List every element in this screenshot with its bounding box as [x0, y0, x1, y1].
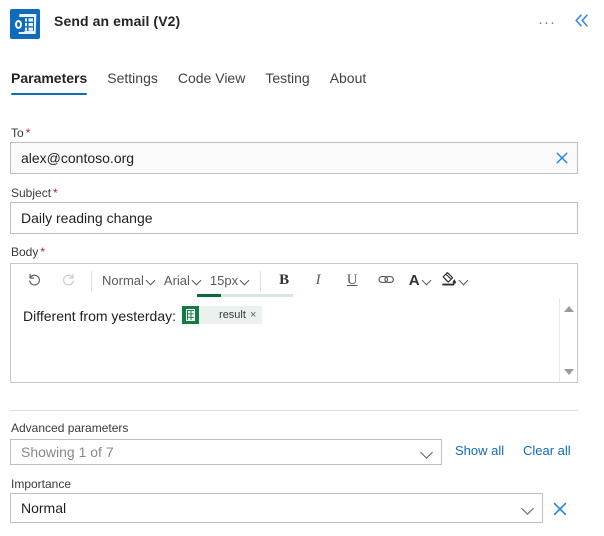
- panel-header: Send an email (V2) ···: [0, 0, 604, 48]
- underline-button[interactable]: U: [335, 268, 369, 294]
- advanced-parameters-value: Showing 1 of 7: [21, 444, 114, 460]
- dynamic-content-token[interactable]: result ×: [182, 306, 263, 324]
- tab-about[interactable]: About: [320, 70, 377, 95]
- header-actions: ···: [532, 8, 596, 38]
- to-clear-button[interactable]: [551, 147, 573, 169]
- text-style-dropdown[interactable]: Normal: [98, 268, 160, 294]
- font-color-button[interactable]: A: [403, 268, 437, 294]
- body-text: Different from yesterday:: [23, 308, 177, 324]
- subject-label: Subject *: [11, 186, 58, 200]
- tab-testing[interactable]: Testing: [255, 70, 319, 95]
- rich-text-toolbar: Normal Arial 15px B I U A: [11, 264, 577, 297]
- page-title: Send an email (V2): [54, 13, 181, 29]
- highlight-icon: [441, 271, 457, 290]
- chevron-down-icon: [421, 446, 433, 458]
- undo-icon: [27, 272, 42, 290]
- italic-icon: I: [315, 272, 321, 288]
- to-label: To *: [11, 126, 31, 140]
- more-options-button[interactable]: ···: [532, 8, 562, 38]
- font-size-value: 15px: [209, 273, 239, 288]
- tab-settings[interactable]: Settings: [97, 70, 168, 95]
- section-divider: [10, 410, 578, 411]
- redo-icon: [61, 272, 76, 290]
- insert-link-button[interactable]: [369, 268, 403, 294]
- underline-icon: U: [346, 272, 358, 288]
- scroll-down-icon[interactable]: [560, 363, 577, 380]
- font-family-value: Arial: [163, 273, 190, 288]
- font-color-icon: A: [408, 272, 420, 289]
- importance-value: Normal: [21, 500, 67, 516]
- double-chevron-left-icon: [573, 13, 590, 33]
- chevron-down-icon: [423, 276, 432, 285]
- toolbar-divider: [260, 270, 262, 291]
- italic-button[interactable]: I: [301, 268, 335, 294]
- token-label: result: [219, 309, 246, 321]
- show-all-link[interactable]: Show all: [455, 443, 504, 458]
- collapse-button[interactable]: [566, 8, 596, 38]
- to-field[interactable]: alex@contoso.org: [10, 142, 578, 174]
- scroll-up-icon[interactable]: [560, 300, 577, 317]
- advanced-parameters-label: Advanced parameters: [11, 421, 129, 435]
- chevron-down-icon: [241, 276, 250, 285]
- font-size-dropdown[interactable]: 15px: [206, 268, 254, 294]
- importance-label: Importance: [11, 477, 72, 491]
- text-style-value: Normal: [102, 273, 144, 288]
- importance-dropdown[interactable]: Normal: [10, 493, 543, 523]
- clear-all-link[interactable]: Clear all: [523, 443, 571, 458]
- tab-parameters[interactable]: Parameters: [11, 70, 97, 95]
- chevron-down-icon: [147, 276, 156, 285]
- subject-field[interactable]: Daily reading change: [10, 202, 578, 234]
- outlook-icon: [10, 9, 40, 39]
- undo-button[interactable]: [17, 268, 51, 294]
- required-marker: *: [53, 186, 58, 200]
- token-remove-icon[interactable]: ×: [250, 309, 262, 321]
- to-value: alex@contoso.org: [21, 150, 135, 166]
- subject-value: Daily reading change: [21, 210, 153, 226]
- body-scrollbar[interactable]: [559, 298, 577, 382]
- ellipsis-icon: ···: [538, 14, 556, 31]
- required-marker: *: [25, 126, 31, 140]
- body-editor: Normal Arial 15px B I U A Different from…: [10, 263, 578, 383]
- link-icon: [378, 273, 395, 289]
- toolbar-divider: [91, 270, 92, 291]
- importance-clear-button[interactable]: [549, 498, 571, 520]
- tab-bar: Parameters Settings Code View Testing Ab…: [0, 70, 604, 102]
- bold-button[interactable]: B: [267, 268, 301, 294]
- excel-icon: [182, 306, 200, 324]
- chevron-down-icon: [522, 502, 534, 514]
- tab-code-view[interactable]: Code View: [168, 70, 255, 95]
- chevron-down-icon: [193, 276, 202, 285]
- bold-icon: B: [279, 272, 290, 288]
- chevron-down-icon: [460, 276, 469, 285]
- advanced-parameters-dropdown[interactable]: Showing 1 of 7: [10, 439, 442, 465]
- close-icon: [553, 502, 567, 516]
- body-label: Body *: [11, 245, 46, 259]
- highlight-color-button[interactable]: [437, 268, 473, 294]
- required-marker: *: [40, 245, 46, 259]
- body-content[interactable]: Different from yesterday: result ×: [11, 297, 577, 382]
- redo-button[interactable]: [51, 268, 85, 294]
- font-family-dropdown[interactable]: Arial: [160, 268, 206, 294]
